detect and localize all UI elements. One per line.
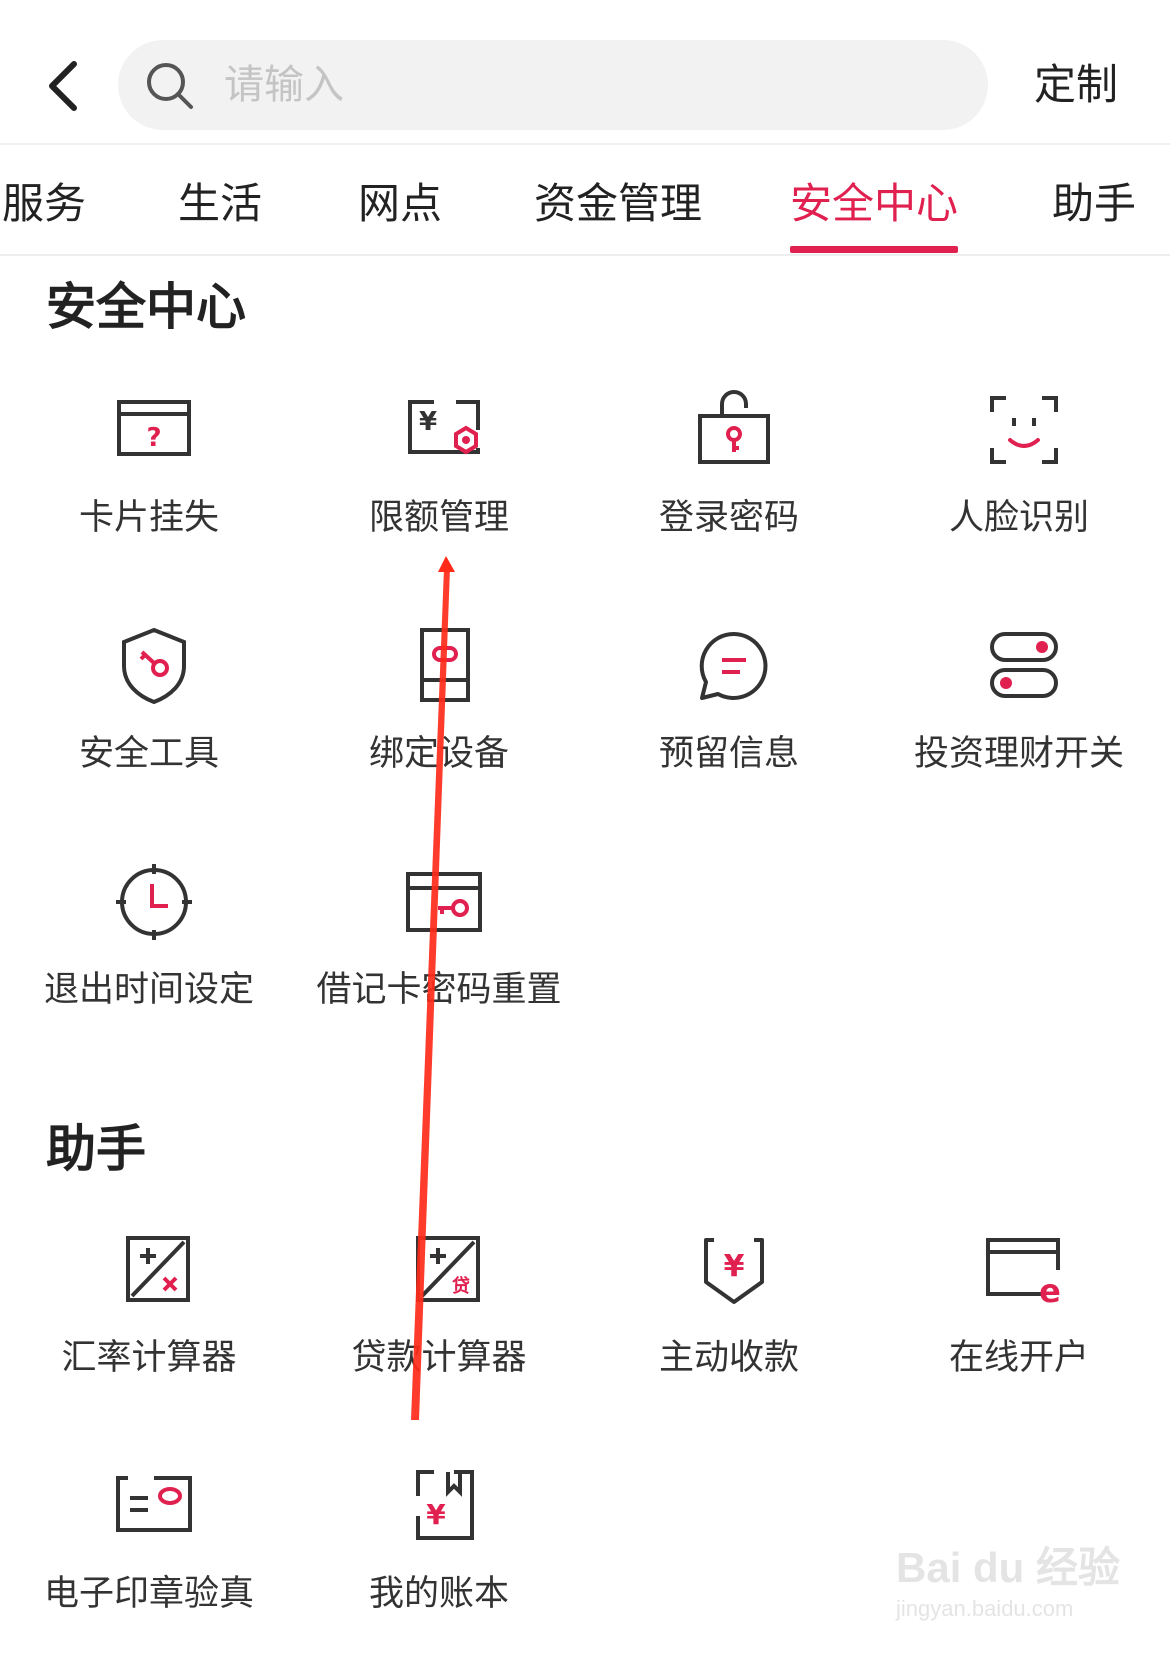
message-icon — [699, 631, 768, 700]
svg-text:¥: ¥ — [419, 407, 437, 437]
device-link-icon — [420, 628, 470, 702]
assistant-item-seal-verify[interactable]: 电子印章验真 — [4, 1466, 294, 1659]
face-scan-icon — [990, 396, 1058, 464]
limit-settings-icon: ¥ — [408, 400, 480, 455]
search-bar[interactable] — [118, 40, 988, 130]
security-item-card-loss[interactable]: ? 卡片挂失 — [4, 390, 294, 590]
security-item-login-password[interactable]: 登录密码 — [584, 390, 874, 590]
security-item-label: 退出时间设定 — [43, 970, 254, 1010]
security-item-face-id[interactable]: 人脸识别 — [874, 390, 1164, 590]
svg-text:e: e — [1039, 1272, 1061, 1310]
assistant-item-receive-payment[interactable]: ¥ 主动收款 — [584, 1230, 874, 1430]
search-input[interactable] — [224, 56, 944, 114]
assistant-item-label: 在线开户 — [948, 1338, 1089, 1378]
tabs-divider — [0, 254, 1170, 256]
security-item-bind-device[interactable]: 绑定设备 — [294, 626, 584, 826]
section-title-security: 安全中心 — [46, 278, 246, 336]
card-key-icon — [406, 872, 482, 932]
tab-fund-management[interactable]: 资金管理 — [534, 176, 702, 232]
svg-text:¥: ¥ — [724, 1249, 745, 1284]
tab-assistant[interactable]: 助手 — [1052, 176, 1136, 232]
back-button[interactable] — [36, 50, 92, 122]
security-item-investment-switch[interactable]: 投资理财开关 — [874, 626, 1164, 826]
security-item-reserved-info[interactable]: 预留信息 — [584, 626, 874, 826]
security-item-label: 绑定设备 — [368, 734, 509, 774]
header-divider — [0, 143, 1170, 145]
seal-verify-icon — [116, 1476, 192, 1532]
security-item-logout-time[interactable]: 退出时间设定 — [4, 862, 294, 1062]
search-icon — [147, 63, 193, 109]
section-title-assistant: 助手 — [46, 1120, 146, 1178]
security-item-label: 登录密码 — [658, 498, 799, 538]
card-question-icon: ? — [117, 400, 191, 456]
active-tab-indicator — [790, 246, 958, 253]
security-item-label: 借记卡密码重置 — [316, 970, 562, 1010]
watermark-logo-text: Bai du 经验 — [896, 1544, 1121, 1591]
assistant-item-exchange-calculator[interactable]: 汇率计算器 — [4, 1230, 294, 1430]
exchange-calculator-icon — [126, 1236, 190, 1302]
online-account-icon: e — [986, 1238, 1061, 1310]
tab-life[interactable]: 生活 — [178, 176, 262, 232]
assistant-item-label: 汇率计算器 — [61, 1338, 237, 1378]
assistant-item-label: 电子印章验真 — [43, 1574, 254, 1614]
chevron-left-icon — [49, 61, 77, 111]
assistant-item-label: 贷款计算器 — [351, 1338, 527, 1378]
watermark-url: jingyan.baidu.com — [896, 1596, 1074, 1621]
shield-key-icon — [122, 627, 186, 705]
security-item-limit[interactable]: ¥ 限额管理 — [294, 390, 584, 590]
svg-text:¥: ¥ — [426, 1498, 446, 1531]
tab-security-center[interactable]: 安全中心 — [790, 176, 958, 232]
security-item-label: 预留信息 — [658, 734, 799, 774]
security-item-label: 限额管理 — [368, 498, 509, 538]
loan-calculator-icon: 贷 — [416, 1236, 480, 1302]
assistant-item-loan-calculator[interactable]: 贷 贷款计算器 — [294, 1230, 584, 1430]
assistant-item-online-account[interactable]: e 在线开户 — [874, 1230, 1164, 1430]
customize-button[interactable]: 定制 — [1034, 55, 1118, 115]
lock-key-icon — [698, 390, 770, 464]
clock-icon — [116, 864, 192, 940]
svg-text:贷: 贷 — [452, 1275, 470, 1297]
security-item-label: 投资理财开关 — [913, 734, 1124, 774]
category-tabs: 服务 生活 网点 资金管理 安全中心 助手 — [0, 146, 1170, 256]
ledger-book-icon: ¥ — [416, 1470, 474, 1540]
tab-outlets[interactable]: 网点 — [358, 176, 442, 232]
receive-payment-icon: ¥ — [704, 1238, 764, 1304]
security-item-safety-tools[interactable]: 安全工具 — [4, 626, 294, 826]
assistant-item-ledger[interactable]: ¥ 我的账本 — [294, 1466, 584, 1659]
svg-text:?: ? — [146, 423, 161, 453]
security-item-label: 安全工具 — [78, 734, 219, 774]
baidu-watermark: Bai du 经验 jingyan.baidu.com — [892, 1534, 1132, 1634]
assistant-item-label: 我的账本 — [368, 1574, 509, 1614]
security-item-label: 卡片挂失 — [78, 498, 219, 538]
toggle-switch-icon — [990, 632, 1058, 698]
security-item-debit-password-reset[interactable]: 借记卡密码重置 — [294, 862, 584, 1062]
security-item-label: 人脸识别 — [948, 498, 1089, 538]
top-bar: 定制 — [0, 0, 1170, 145]
tab-services[interactable]: 服务 — [2, 176, 86, 232]
assistant-item-label: 主动收款 — [658, 1338, 799, 1378]
